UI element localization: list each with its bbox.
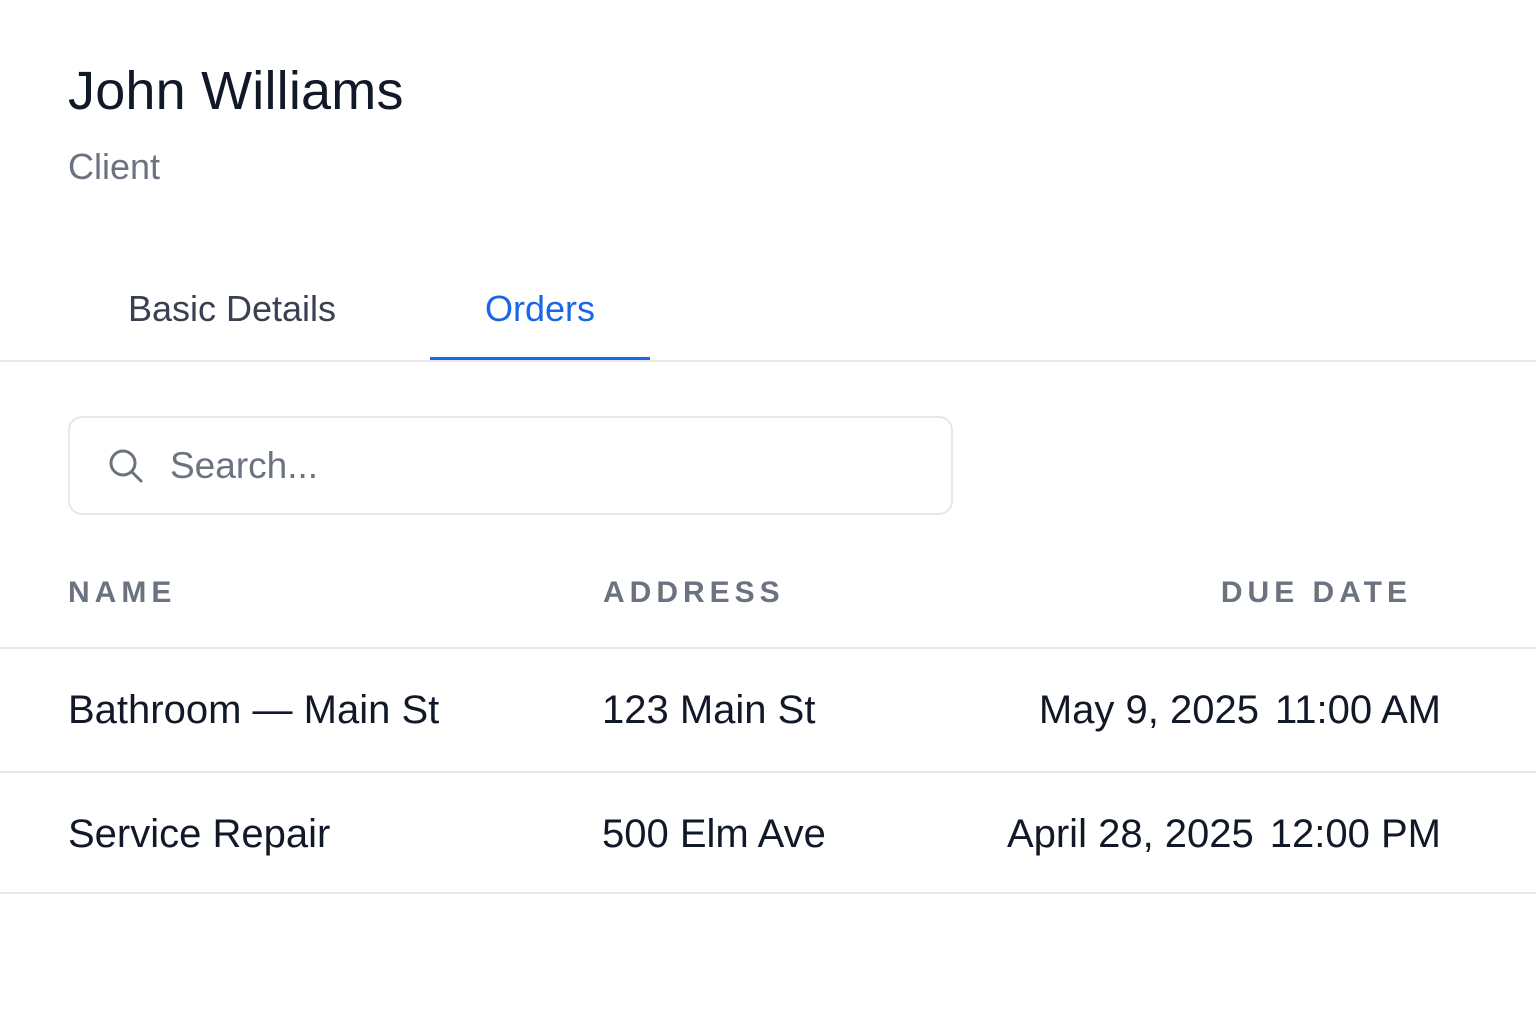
order-name-cell: Service Repair bbox=[68, 812, 331, 856]
search-box[interactable] bbox=[68, 416, 953, 515]
page-title: John Williams bbox=[68, 61, 404, 121]
order-address-cell: 500 Elm Ave bbox=[602, 812, 826, 856]
column-header-name[interactable]: NAME bbox=[68, 576, 176, 610]
client-role-label: Client bbox=[68, 146, 161, 187]
table-row[interactable]: Service Repair 500 Elm Ave April 28, 202… bbox=[0, 771, 1536, 894]
order-address-cell: 123 Main St bbox=[602, 688, 816, 732]
due-time: 11:00 AM bbox=[1274, 688, 1441, 732]
tab-basic-details[interactable]: Basic Details bbox=[90, 270, 374, 360]
order-due-date-cell: April 28, 2025 12:00 PM bbox=[1007, 773, 1441, 895]
tab-orders[interactable]: Orders bbox=[430, 270, 650, 360]
table-row[interactable]: Bathroom — Main St 123 Main St May 9, 20… bbox=[0, 647, 1536, 771]
search-input[interactable] bbox=[170, 432, 930, 500]
column-header-address[interactable]: ADDRESS bbox=[603, 576, 785, 610]
due-date: April 28, 2025 bbox=[1006, 812, 1254, 856]
column-header-due-date[interactable]: DUE DATE bbox=[1221, 576, 1412, 610]
client-detail-page: John Williams Client Basic Details Order… bbox=[0, 0, 1536, 1024]
order-name-cell: Bathroom — Main St bbox=[68, 688, 440, 732]
due-time: 12:00 PM bbox=[1269, 812, 1441, 856]
search-icon bbox=[109, 449, 143, 483]
due-date: May 9, 2025 bbox=[1038, 688, 1259, 732]
order-due-date-cell: May 9, 2025 11:00 AM bbox=[1039, 649, 1441, 771]
tab-bar: Basic Details Orders bbox=[0, 270, 1536, 362]
